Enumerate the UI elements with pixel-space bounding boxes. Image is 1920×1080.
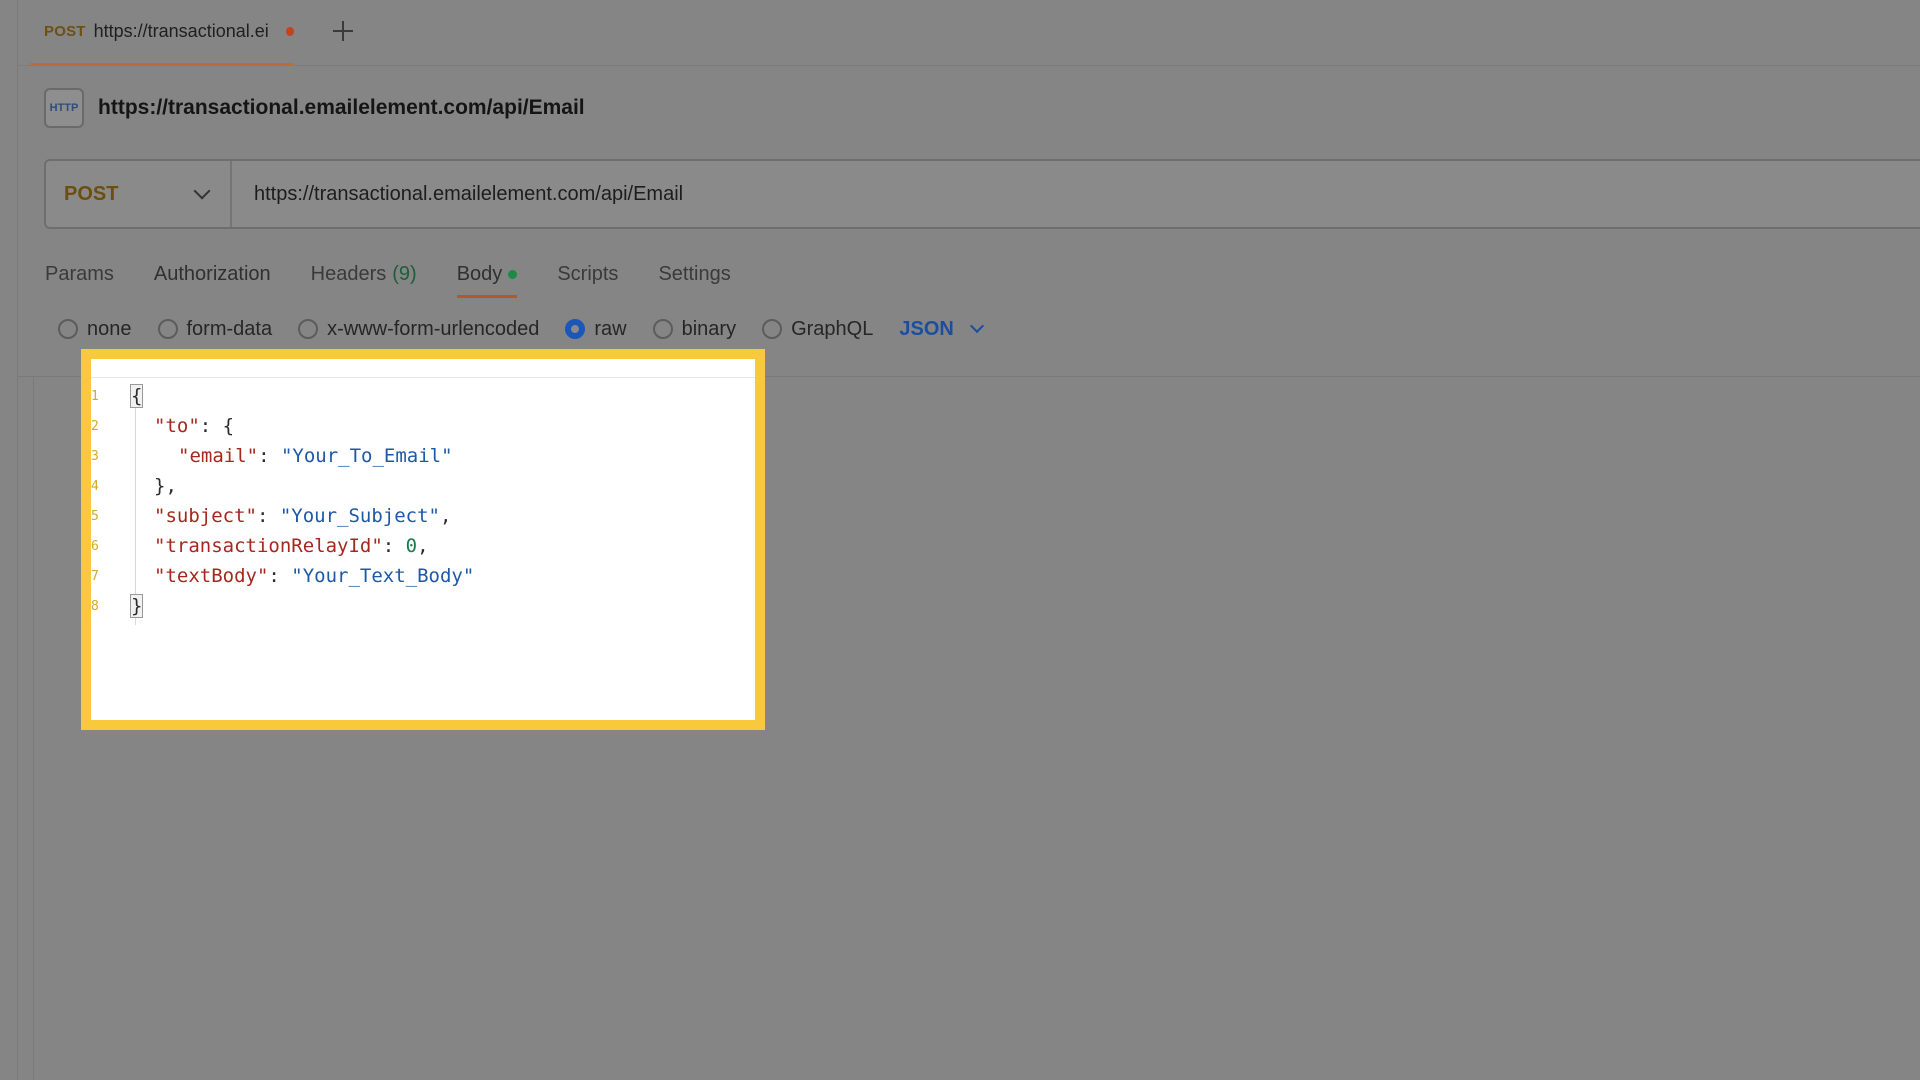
body-type-options: none form-data x-www-form-urlencoded raw… <box>58 314 984 344</box>
radio-binary[interactable] <box>652 319 673 339</box>
url-bar: POST <box>44 159 1920 229</box>
json-key: "subject" <box>154 505 257 527</box>
left-sidebar-edge <box>0 0 18 1080</box>
request-title-row: HTTP https://transactional.emailelement.… <box>44 88 585 128</box>
line-number: 2 <box>91 418 99 434</box>
request-title[interactable]: https://transactional.emailelement.com/a… <box>98 96 585 120</box>
json-key: "email" <box>178 445 259 467</box>
tab-params[interactable]: Params <box>45 252 114 296</box>
option-none-label: none <box>87 317 132 340</box>
method-dropdown[interactable]: POST <box>46 161 232 227</box>
line-number: 5 <box>91 508 99 524</box>
body-active-dot <box>508 269 518 279</box>
tab-headers[interactable]: Headers (9) <box>311 252 417 296</box>
json-number-value: 0 <box>405 535 418 557</box>
option-graphql-label: GraphQL <box>791 317 874 340</box>
tab-headers-label: Headers <box>310 262 387 285</box>
option-raw[interactable]: raw <box>565 317 627 341</box>
line-number: 4 <box>91 478 99 494</box>
line-number: 3 <box>91 448 99 464</box>
line-number: 6 <box>91 538 99 554</box>
option-none[interactable]: none <box>58 318 132 341</box>
radio-none[interactable] <box>58 319 78 339</box>
option-form-data[interactable]: form-data <box>157 317 273 341</box>
url-input[interactable] <box>232 161 1920 227</box>
tab-scripts-label: Scripts <box>557 262 619 285</box>
json-string-value: "Your_Subject" <box>279 505 440 527</box>
code-text: : <box>256 505 280 527</box>
tab-settings-label: Settings <box>658 262 731 285</box>
json-key: "transactionRelayId" <box>154 535 383 557</box>
option-binary[interactable]: binary <box>652 317 737 341</box>
format-label: JSON <box>899 317 954 340</box>
code-text: , <box>417 535 429 557</box>
option-binary-label: binary <box>681 317 737 340</box>
code-line: 8 } <box>91 591 144 621</box>
option-graphql[interactable]: GraphQL <box>762 318 873 341</box>
code-text: { <box>129 384 144 408</box>
option-raw-label: raw <box>594 317 627 340</box>
code-text: : { <box>199 415 235 437</box>
tab-scripts[interactable]: Scripts <box>557 252 618 296</box>
line-number: 8 <box>91 598 99 614</box>
method-label: POST <box>64 182 119 205</box>
tab-method-label: POST <box>44 23 86 40</box>
editor-border <box>33 377 34 1080</box>
code-text: : <box>382 535 406 557</box>
code-text: }, <box>154 475 177 497</box>
tab-authorization[interactable]: Authorization <box>154 252 271 296</box>
json-key: "textBody" <box>154 565 269 587</box>
code-text: , <box>440 505 452 527</box>
chevron-down-icon <box>969 318 984 334</box>
code-text: : <box>258 445 281 467</box>
code-text: : <box>268 565 292 587</box>
unsaved-changes-dot <box>285 27 294 36</box>
code-line: 1 { <box>91 381 144 411</box>
option-urlencoded-label: x-www-form-urlencoded <box>327 317 540 340</box>
headers-count: (9) <box>392 262 417 285</box>
code-line: 4 }, <box>91 471 177 501</box>
tab-url-label: https://transactional.ei <box>93 21 269 41</box>
radio-raw[interactable] <box>565 319 586 339</box>
radio-urlencoded[interactable] <box>298 319 319 339</box>
code-line: 2 "to": { <box>91 411 234 441</box>
code-text: } <box>129 594 144 618</box>
editor-top-line <box>91 377 755 378</box>
json-editor[interactable]: 1 { 2 "to": { 3 "email": "Your_To_Email"… <box>91 359 755 720</box>
code-line: 7 "textBody": "Your_Text_Body" <box>91 561 474 591</box>
tab-body-label: Body <box>456 262 503 285</box>
option-urlencoded[interactable]: x-www-form-urlencoded <box>298 318 539 341</box>
http-icon: HTTP <box>44 88 84 128</box>
tab-settings[interactable]: Settings <box>658 252 730 296</box>
request-tab-bar: POST https://transactional.ei <box>18 0 1920 66</box>
tab-body[interactable]: Body <box>456 252 518 298</box>
request-tabs: Params Authorization Headers (9) Body Sc… <box>45 252 731 298</box>
highlighted-editor-box: 1 { 2 "to": { 3 "email": "Your_To_Email"… <box>81 349 765 730</box>
code-line: 6 "transactionRelayId": 0, <box>91 531 429 561</box>
line-number: 1 <box>91 388 99 404</box>
json-key: "to" <box>154 415 200 437</box>
line-number: 7 <box>91 568 99 584</box>
code-line: 3 "email": "Your_To_Email" <box>91 441 453 471</box>
option-form-data-label: form-data <box>186 317 273 340</box>
format-dropdown[interactable]: JSON <box>899 317 984 341</box>
tab-params-label: Params <box>45 262 114 285</box>
radio-graphql[interactable] <box>762 319 783 339</box>
code-line: 5 "subject": "Your_Subject", <box>91 501 451 531</box>
radio-form-data[interactable] <box>157 319 178 339</box>
plus-icon[interactable] <box>328 16 358 46</box>
json-string-value: "Your_Text_Body" <box>291 565 475 587</box>
json-string-value: "Your_To_Email" <box>280 445 453 467</box>
request-tab[interactable]: POST https://transactional.ei <box>30 0 294 66</box>
chevron-down-icon <box>193 182 211 200</box>
tab-authorization-label: Authorization <box>153 262 271 285</box>
